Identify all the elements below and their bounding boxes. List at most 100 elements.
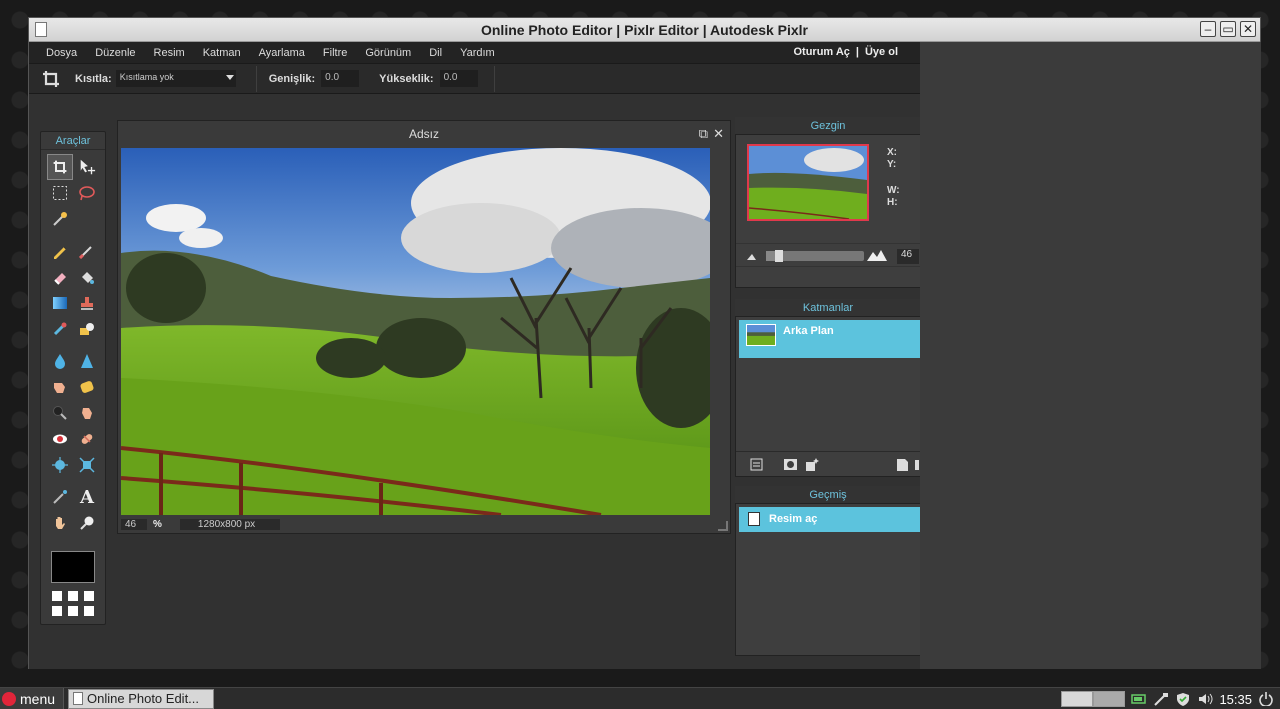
- options-divider: [493, 65, 495, 92]
- workspace-1[interactable]: [1061, 691, 1094, 707]
- wand-tool-icon[interactable]: [47, 206, 73, 232]
- layer-thumbnail: [746, 324, 776, 346]
- layer-mask-icon[interactable]: [784, 458, 797, 471]
- zoom-out-icon[interactable]: [747, 252, 759, 260]
- clone-stamp-icon[interactable]: [74, 290, 100, 316]
- height-label: Yükseklik:: [379, 72, 434, 85]
- sponge-tool-icon[interactable]: [74, 374, 100, 400]
- resize-handle[interactable]: [718, 521, 728, 531]
- zoom-in-icon[interactable]: [867, 249, 887, 261]
- spot-heal-icon[interactable]: [74, 426, 100, 452]
- eraser-tool-icon[interactable]: [47, 264, 73, 290]
- menu-help[interactable]: Yardım: [451, 47, 504, 59]
- empty-slot: [74, 206, 100, 232]
- mint-logo-icon: [2, 691, 16, 706]
- crop-tool-icon[interactable]: [47, 154, 73, 180]
- workspace-2[interactable]: [1093, 691, 1126, 707]
- constrain-value: Kısıtlama yok: [119, 72, 174, 82]
- right-panels: Gezgin X: Y: W: H: 46 Katmanlar Arka Pla…: [735, 117, 921, 656]
- bloat-tool-icon[interactable]: [47, 452, 73, 478]
- zoom-input[interactable]: 46: [121, 519, 147, 530]
- layer-styles-icon[interactable]: [806, 458, 819, 471]
- drawing-tool-icon[interactable]: [74, 316, 100, 342]
- navigator-zoom-row: 46: [736, 243, 920, 267]
- pencil-tool-icon[interactable]: [47, 238, 73, 264]
- menu-filter[interactable]: Filtre: [314, 47, 356, 59]
- minimize-button[interactable]: –: [1200, 21, 1216, 37]
- brush-tool-icon[interactable]: [74, 238, 100, 264]
- chevron-down-icon: [225, 75, 234, 80]
- menu-file[interactable]: Dosya: [29, 47, 86, 59]
- swatch-palette[interactable]: [52, 591, 94, 616]
- menu-image[interactable]: Resim: [145, 47, 194, 59]
- network-icon[interactable]: [1153, 692, 1169, 706]
- image-canvas[interactable]: [121, 148, 710, 515]
- power-icon[interactable]: [1258, 692, 1274, 706]
- restore-icon[interactable]: ⧉: [699, 126, 708, 142]
- zoom-slider[interactable]: [766, 250, 864, 262]
- history-title: Geçmiş: [735, 486, 921, 504]
- width-coord-label: W:: [887, 185, 900, 196]
- zoom-slider-fill: [766, 251, 775, 261]
- navigator-thumbnail[interactable]: [747, 144, 869, 221]
- account-links: Oturum Aç | Üye ol: [793, 46, 898, 58]
- lasso-tool-icon[interactable]: [74, 180, 100, 206]
- login-link[interactable]: Oturum Aç: [793, 46, 849, 58]
- document-titlebar[interactable]: Adsız ⧉ ✕: [118, 121, 730, 147]
- window-title: Online Photo Editor | Pixlr Editor | Aut…: [480, 21, 809, 38]
- menu-edit[interactable]: Düzenle: [86, 47, 144, 59]
- color-replace-icon[interactable]: [47, 316, 73, 342]
- dodge-tool-icon[interactable]: [47, 400, 73, 426]
- zoom-slider-knob[interactable]: [775, 250, 783, 262]
- layers-panel: Arka Plan: [735, 317, 921, 477]
- new-layer-icon[interactable]: [896, 458, 909, 471]
- zoom-tool-icon[interactable]: [74, 510, 100, 536]
- color-picker-icon[interactable]: [47, 484, 73, 510]
- x-coord-label: X:: [887, 147, 897, 158]
- burn-tool-icon[interactable]: [74, 400, 100, 426]
- gradient-tool-icon[interactable]: [47, 290, 73, 316]
- menu-layer[interactable]: Katman: [194, 47, 250, 59]
- history-item[interactable]: Resim aç: [739, 507, 921, 532]
- taskbar: menu Online Photo Edit... 15:35: [0, 687, 1280, 709]
- start-menu-button[interactable]: menu: [0, 688, 64, 709]
- blur-tool-icon[interactable]: [47, 348, 73, 374]
- document-icon: [73, 692, 83, 705]
- battery-icon[interactable]: [1131, 692, 1147, 706]
- hand-tool-icon[interactable]: [47, 510, 73, 536]
- move-tool-icon[interactable]: [74, 154, 100, 180]
- browser-window: Online Photo Editor | Pixlr Editor | Aut…: [28, 17, 1261, 669]
- maximize-button[interactable]: ▭: [1220, 21, 1236, 37]
- constrain-select[interactable]: Kısıtlama yok: [115, 70, 236, 87]
- red-eye-icon[interactable]: [47, 426, 73, 452]
- signup-link[interactable]: Üye ol: [865, 46, 898, 58]
- options-divider: [255, 65, 257, 92]
- close-icon[interactable]: ✕: [713, 126, 724, 142]
- width-input[interactable]: 0.0: [321, 70, 360, 87]
- history-label: Resim aç: [769, 513, 818, 525]
- volume-icon[interactable]: [1197, 692, 1213, 706]
- layer-settings-icon[interactable]: [750, 458, 763, 471]
- smudge-tool-icon[interactable]: [47, 374, 73, 400]
- type-tool-icon[interactable]: A: [74, 484, 100, 510]
- foreground-color-swatch[interactable]: [51, 551, 95, 583]
- close-button[interactable]: ✕: [1240, 21, 1256, 37]
- height-input[interactable]: 0.0: [439, 70, 478, 87]
- menu-view[interactable]: Görünüm: [356, 47, 420, 59]
- document-window: Adsız ⧉ ✕ 46 % 1280x800 px: [117, 120, 731, 534]
- menu-adjustment[interactable]: Ayarlama: [250, 47, 314, 59]
- navigator-zoom-value[interactable]: 46: [897, 249, 919, 264]
- crop-icon: [43, 70, 59, 87]
- taskbar-window-button[interactable]: Online Photo Edit...: [68, 688, 214, 709]
- constrain-label: Kısıtla:: [75, 72, 112, 85]
- marquee-tool-icon[interactable]: [47, 180, 73, 206]
- menu-language[interactable]: Dil: [420, 47, 451, 59]
- document-icon: [35, 22, 47, 37]
- pinch-tool-icon[interactable]: [74, 452, 100, 478]
- bucket-tool-icon[interactable]: [74, 264, 100, 290]
- layer-name: Arka Plan: [783, 325, 834, 337]
- shield-icon[interactable]: [1175, 692, 1191, 706]
- sharpen-tool-icon[interactable]: [74, 348, 100, 374]
- window-titlebar[interactable]: Online Photo Editor | Pixlr Editor | Aut…: [29, 18, 1260, 42]
- layer-item[interactable]: Arka Plan: [739, 320, 921, 358]
